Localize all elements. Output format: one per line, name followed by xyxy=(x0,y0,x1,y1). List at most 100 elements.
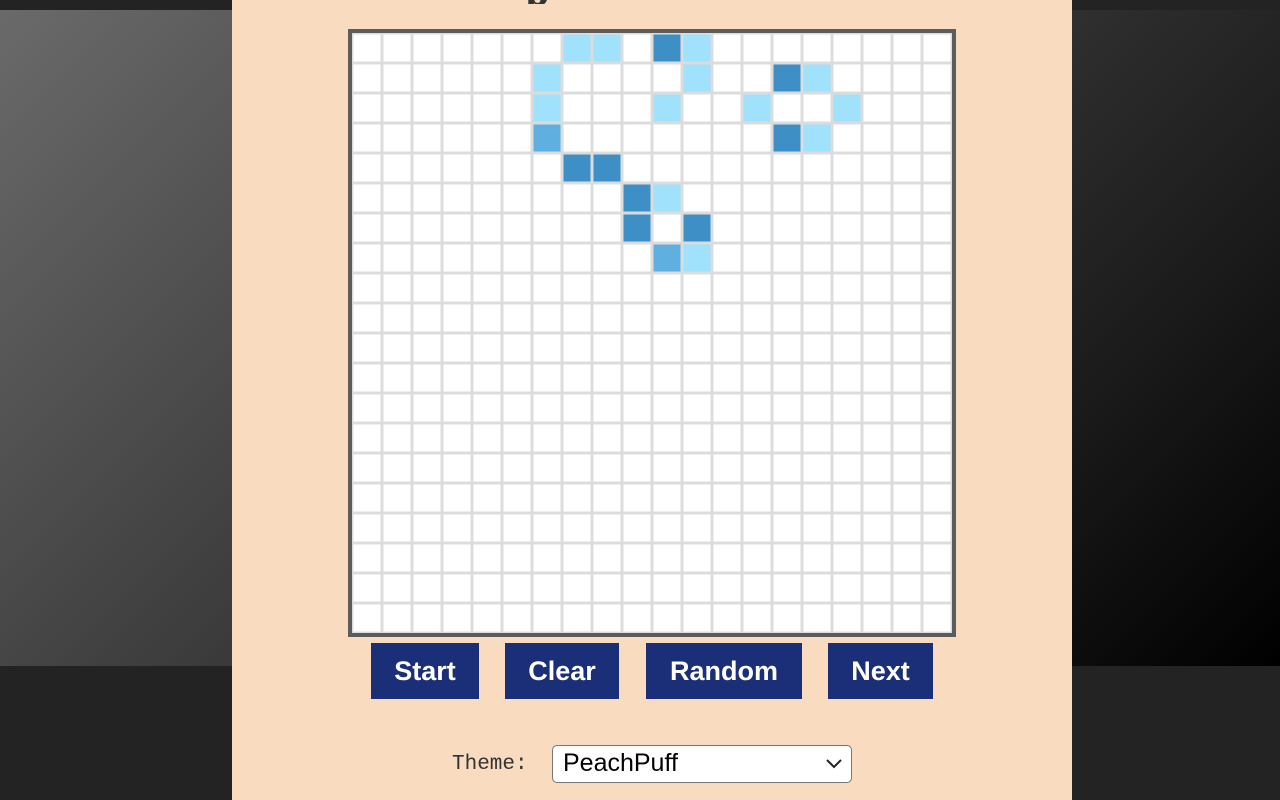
grid-cell[interactable] xyxy=(830,421,864,455)
grid-cell[interactable] xyxy=(680,601,714,633)
grid-cell[interactable] xyxy=(650,421,684,455)
grid-cell[interactable] xyxy=(680,301,714,335)
grid-cell[interactable] xyxy=(740,241,774,275)
grid-cell[interactable] xyxy=(650,211,684,245)
grid-cell[interactable] xyxy=(440,241,474,275)
grid-cell[interactable] xyxy=(650,391,684,425)
grid-cell[interactable] xyxy=(920,571,952,605)
grid-cell[interactable] xyxy=(740,121,774,155)
live-cell[interactable] xyxy=(680,211,714,245)
live-cell[interactable] xyxy=(650,33,684,65)
grid-cell[interactable] xyxy=(352,91,384,125)
grid-cell[interactable] xyxy=(440,481,474,515)
grid-cell[interactable] xyxy=(890,451,924,485)
grid-cell[interactable] xyxy=(800,33,834,65)
grid-cell[interactable] xyxy=(890,241,924,275)
grid-cell[interactable] xyxy=(830,541,864,575)
grid-cell[interactable] xyxy=(560,271,594,305)
grid-cell[interactable] xyxy=(352,601,384,633)
grid-cell[interactable] xyxy=(770,33,804,65)
grid-cell[interactable] xyxy=(590,181,624,215)
grid-cell[interactable] xyxy=(352,151,384,185)
grid-cell[interactable] xyxy=(740,151,774,185)
grid-cell[interactable] xyxy=(410,571,444,605)
grid-cell[interactable] xyxy=(440,601,474,633)
live-cell[interactable] xyxy=(830,91,864,125)
grid-cell[interactable] xyxy=(410,91,444,125)
grid-cell[interactable] xyxy=(770,211,804,245)
grid-cell[interactable] xyxy=(500,541,534,575)
grid-cell[interactable] xyxy=(830,121,864,155)
grid-cell[interactable] xyxy=(800,211,834,245)
grid-cell[interactable] xyxy=(710,121,744,155)
grid-cell[interactable] xyxy=(380,271,414,305)
grid-cell[interactable] xyxy=(470,33,504,65)
grid-cell[interactable] xyxy=(680,271,714,305)
grid-cell[interactable] xyxy=(800,91,834,125)
grid-cell[interactable] xyxy=(620,571,654,605)
grid-cell[interactable] xyxy=(560,181,594,215)
grid-cell[interactable] xyxy=(830,331,864,365)
grid-cell[interactable] xyxy=(890,391,924,425)
grid-cell[interactable] xyxy=(560,571,594,605)
grid-cell[interactable] xyxy=(500,33,534,65)
grid-cell[interactable] xyxy=(920,481,952,515)
grid-cell[interactable] xyxy=(860,121,894,155)
grid-cell[interactable] xyxy=(470,361,504,395)
grid-cell[interactable] xyxy=(410,181,444,215)
grid-cell[interactable] xyxy=(800,571,834,605)
grid-cell[interactable] xyxy=(440,121,474,155)
grid-cell[interactable] xyxy=(650,121,684,155)
grid-cell[interactable] xyxy=(710,241,744,275)
grid-cell[interactable] xyxy=(770,391,804,425)
grid-cell[interactable] xyxy=(740,271,774,305)
grid-cell[interactable] xyxy=(500,361,534,395)
grid-cell[interactable] xyxy=(650,481,684,515)
grid-cell[interactable] xyxy=(590,121,624,155)
grid-cell[interactable] xyxy=(470,151,504,185)
grid-cell[interactable] xyxy=(920,541,952,575)
grid-cell[interactable] xyxy=(590,421,624,455)
grid-cell[interactable] xyxy=(680,571,714,605)
grid-cell[interactable] xyxy=(830,151,864,185)
grid-cell[interactable] xyxy=(890,301,924,335)
live-cell[interactable] xyxy=(800,61,834,95)
live-cell[interactable] xyxy=(770,61,804,95)
grid-cell[interactable] xyxy=(470,391,504,425)
grid-cell[interactable] xyxy=(352,271,384,305)
grid-cell[interactable] xyxy=(470,331,504,365)
grid-cell[interactable] xyxy=(770,571,804,605)
grid-cell[interactable] xyxy=(800,301,834,335)
grid-cell[interactable] xyxy=(800,331,834,365)
grid-cell[interactable] xyxy=(710,181,744,215)
grid-cell[interactable] xyxy=(830,271,864,305)
grid-cell[interactable] xyxy=(920,121,952,155)
grid-cell[interactable] xyxy=(650,601,684,633)
grid-cell[interactable] xyxy=(740,181,774,215)
grid-cell[interactable] xyxy=(440,61,474,95)
grid-cell[interactable] xyxy=(470,241,504,275)
grid-cell[interactable] xyxy=(470,271,504,305)
grid-cell[interactable] xyxy=(650,571,684,605)
grid-cell[interactable] xyxy=(620,121,654,155)
grid-cell[interactable] xyxy=(530,301,564,335)
grid-cell[interactable] xyxy=(410,361,444,395)
grid-cell[interactable] xyxy=(800,511,834,545)
grid-cell[interactable] xyxy=(410,601,444,633)
grid-cell[interactable] xyxy=(470,211,504,245)
grid-cell[interactable] xyxy=(680,151,714,185)
grid-cell[interactable] xyxy=(920,211,952,245)
grid-cell[interactable] xyxy=(590,481,624,515)
grid-cell[interactable] xyxy=(470,481,504,515)
grid-cell[interactable] xyxy=(740,421,774,455)
grid-cell[interactable] xyxy=(770,91,804,125)
grid-cell[interactable] xyxy=(530,181,564,215)
live-cell[interactable] xyxy=(650,241,684,275)
grid-cell[interactable] xyxy=(410,451,444,485)
grid-cell[interactable] xyxy=(500,211,534,245)
grid-cell[interactable] xyxy=(890,91,924,125)
grid-cell[interactable] xyxy=(770,511,804,545)
grid-cell[interactable] xyxy=(352,241,384,275)
grid-cell[interactable] xyxy=(440,301,474,335)
grid-cell[interactable] xyxy=(920,241,952,275)
